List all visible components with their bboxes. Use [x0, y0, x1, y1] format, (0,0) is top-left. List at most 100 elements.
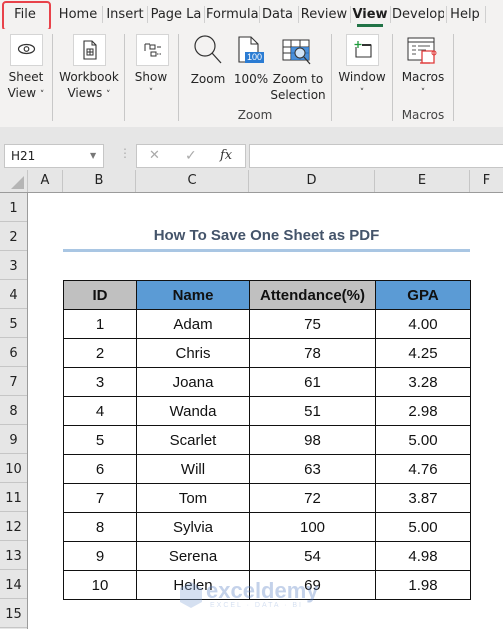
- row-header[interactable]: 2: [0, 222, 27, 251]
- cell-attendance[interactable]: 78: [249, 338, 376, 368]
- cell-gpa[interactable]: 4.00: [375, 309, 471, 339]
- row-header[interactable]: 13: [0, 541, 27, 570]
- window-button[interactable]: Window ˅: [336, 69, 388, 101]
- zoom-selection-icon: [281, 38, 313, 72]
- cell-attendance[interactable]: 100: [249, 512, 376, 542]
- cell-name[interactable]: Scarlet: [136, 425, 250, 455]
- cell-id[interactable]: 9: [63, 541, 137, 571]
- cell-attendance[interactable]: 61: [249, 367, 376, 397]
- tab-data[interactable]: Data: [260, 0, 295, 29]
- cell-attendance[interactable]: 98: [249, 425, 376, 455]
- cell-id[interactable]: 2: [63, 338, 137, 368]
- cell-attendance[interactable]: 51: [249, 396, 376, 426]
- cell-attendance[interactable]: 54: [249, 541, 376, 571]
- name-box[interactable]: H21: [4, 144, 104, 168]
- tab-review[interactable]: Review: [300, 0, 348, 29]
- magnifier-icon: [191, 33, 225, 71]
- tab-developer[interactable]: Develop: [392, 0, 444, 29]
- workbook-views-button[interactable]: Workbook Views ˅: [57, 69, 121, 103]
- cell-gpa[interactable]: 3.28: [375, 367, 471, 397]
- row-header[interactable]: 5: [0, 309, 27, 338]
- formula-bar-grip-icon[interactable]: ⋮: [119, 146, 131, 160]
- column-header-b[interactable]: B: [63, 170, 136, 192]
- cell-id[interactable]: 6: [63, 454, 137, 484]
- cell-gpa[interactable]: 5.00: [375, 425, 471, 455]
- sheet-title[interactable]: How To Save One Sheet as PDF: [63, 222, 470, 249]
- group-separator: [331, 34, 332, 121]
- cell-id[interactable]: 4: [63, 396, 137, 426]
- cell-name[interactable]: Tom: [136, 483, 250, 513]
- row-header[interactable]: 1: [0, 193, 27, 222]
- column-header-e[interactable]: E: [375, 170, 470, 192]
- header-gpa[interactable]: GPA: [375, 280, 471, 310]
- ribbon-bottom-border: [0, 127, 503, 136]
- cell-gpa[interactable]: 4.25: [375, 338, 471, 368]
- show-button[interactable]: Show ˅: [128, 69, 174, 101]
- tab-home[interactable]: Home: [57, 0, 99, 29]
- formula-input[interactable]: [249, 144, 503, 168]
- cell-gpa[interactable]: 4.98: [375, 541, 471, 571]
- tab-separator: [446, 6, 447, 23]
- tab-view[interactable]: View: [352, 0, 388, 29]
- row-header[interactable]: 14: [0, 570, 27, 599]
- cell-name[interactable]: Adam: [136, 309, 250, 339]
- cell-attendance[interactable]: 72: [249, 483, 376, 513]
- column-header-c[interactable]: C: [136, 170, 249, 192]
- cell-id[interactable]: 5: [63, 425, 137, 455]
- cell-attendance[interactable]: 63: [249, 454, 376, 484]
- tab-insert[interactable]: Insert: [104, 0, 146, 29]
- cell-name[interactable]: Joana: [136, 367, 250, 397]
- row-header[interactable]: 7: [0, 367, 27, 396]
- tab-page-layout[interactable]: Page La: [150, 0, 202, 29]
- chevron-down-icon: ˅: [106, 90, 111, 100]
- group-separator: [392, 34, 393, 121]
- row-header[interactable]: 3: [0, 251, 27, 280]
- sheet-view-button[interactable]: Sheet View ˅: [0, 69, 52, 103]
- macros-button[interactable]: Macros ˅: [396, 69, 450, 101]
- zoom-to-selection-button[interactable]: Zoom to Selection: [270, 71, 326, 103]
- insert-function-icon[interactable]: fx: [220, 148, 232, 163]
- cell-name[interactable]: Serena: [136, 541, 250, 571]
- cell-id[interactable]: 8: [63, 512, 137, 542]
- row-header[interactable]: 9: [0, 425, 27, 454]
- select-all-corner[interactable]: [0, 170, 28, 192]
- chevron-down-icon: ˅: [148, 88, 154, 98]
- cell-gpa[interactable]: 5.00: [375, 512, 471, 542]
- tab-formulas[interactable]: Formula: [206, 0, 258, 29]
- cell-id[interactable]: 10: [63, 570, 137, 600]
- column-header-d[interactable]: D: [249, 170, 375, 192]
- row-header[interactable]: 12: [0, 512, 27, 541]
- cell-name[interactable]: Will: [136, 454, 250, 484]
- cell-gpa[interactable]: 2.98: [375, 396, 471, 426]
- row-header[interactable]: 6: [0, 338, 27, 367]
- cell-name[interactable]: Chris: [136, 338, 250, 368]
- cell-name[interactable]: Wanda: [136, 396, 250, 426]
- cell-gpa[interactable]: 3.87: [375, 483, 471, 513]
- header-id[interactable]: ID: [63, 280, 137, 310]
- cell-id[interactable]: 7: [63, 483, 137, 513]
- enter-check-icon[interactable]: ✓: [185, 148, 197, 164]
- row-header[interactable]: 8: [0, 396, 27, 425]
- cell-name[interactable]: Sylvia: [136, 512, 250, 542]
- zoom-100-button[interactable]: 100%: [232, 71, 270, 87]
- cell-attendance[interactable]: 75: [249, 309, 376, 339]
- name-box-dropdown-icon[interactable]: ▼: [90, 144, 96, 168]
- row-header[interactable]: 10: [0, 454, 27, 483]
- tab-help[interactable]: Help: [448, 0, 482, 29]
- column-header-f[interactable]: F: [470, 170, 503, 192]
- header-attendance[interactable]: Attendance(%): [249, 280, 376, 310]
- cell-id[interactable]: 1: [63, 309, 137, 339]
- zoom-button[interactable]: Zoom: [186, 71, 230, 87]
- new-window-icon: [346, 34, 379, 66]
- data-table: ID Name Attendance(%) GPA 1 Adam 75 4.00 2 Ch…: [63, 280, 471, 600]
- table-row: 1 Adam 75 4.00: [63, 309, 471, 339]
- column-header-a[interactable]: A: [28, 170, 63, 192]
- row-header[interactable]: 4: [0, 280, 27, 309]
- cell-gpa[interactable]: 1.98: [375, 570, 471, 600]
- cell-gpa[interactable]: 4.76: [375, 454, 471, 484]
- row-header[interactable]: 15: [0, 599, 27, 628]
- cancel-icon[interactable]: ✕: [149, 148, 160, 163]
- header-name[interactable]: Name: [136, 280, 250, 310]
- row-header[interactable]: 11: [0, 483, 27, 512]
- cell-id[interactable]: 3: [63, 367, 137, 397]
